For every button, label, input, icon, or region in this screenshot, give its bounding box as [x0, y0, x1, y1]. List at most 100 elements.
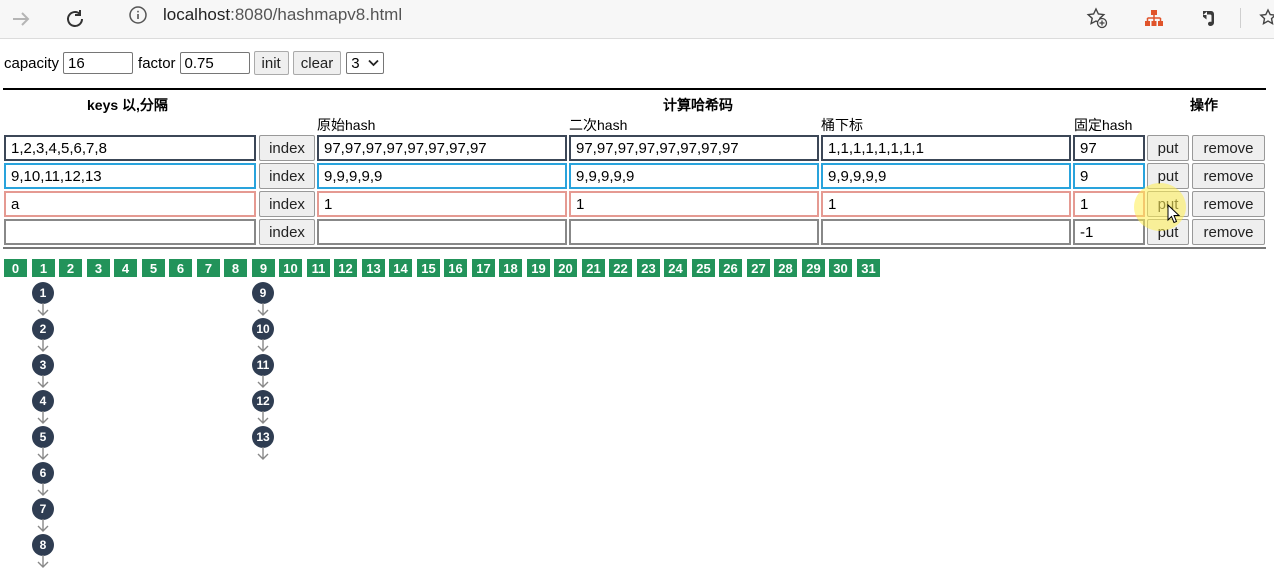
fixed-hash-input[interactable]: 1: [1073, 191, 1145, 217]
bucket-cell: 4: [114, 259, 137, 277]
fixed-hash-input[interactable]: -1: [1073, 219, 1145, 245]
elephant-icon: [1203, 11, 1214, 26]
reload-button[interactable]: [60, 4, 90, 34]
chain-arrow-icon: [37, 519, 49, 532]
remove-button[interactable]: remove: [1192, 219, 1265, 245]
version-select[interactable]: 3: [346, 52, 385, 74]
bucket-cell: 22: [609, 259, 632, 277]
star-add-icon: [1086, 7, 1108, 29]
toolbar-separator: [1240, 8, 1241, 28]
bucket-cell: 24: [664, 259, 687, 277]
bucket-index-field[interactable]: 9,9,9,9,9: [821, 163, 1071, 189]
fixed-hash-input[interactable]: 97: [1073, 135, 1145, 161]
fixed-hash-input[interactable]: 9: [1073, 163, 1145, 189]
bucket-cell: 15: [417, 259, 440, 277]
chain-arrow-icon: [37, 411, 49, 424]
init-button[interactable]: init: [253, 51, 289, 75]
keys-input[interactable]: [4, 219, 256, 245]
browser-toolbar: localhost:8080/hashmapv8.html: [0, 0, 1274, 39]
star-icon: [1259, 8, 1274, 25]
bucket-cell: 28: [774, 259, 797, 277]
raw-hash-field[interactable]: 9,9,9,9,9: [317, 163, 567, 189]
bucket-cell: 2: [59, 259, 82, 277]
chain-arrow-icon: [37, 555, 49, 568]
raw-hash-header: 原始hash: [317, 117, 376, 133]
raw-hash-field[interactable]: 1: [317, 191, 567, 217]
chain-node: 1: [32, 282, 54, 304]
index-button[interactable]: index: [259, 219, 315, 245]
raw-hash-field[interactable]: [317, 219, 567, 245]
keys-header: keys 以,分隔: [87, 97, 168, 113]
second-hash-field[interactable]: 1: [569, 191, 819, 217]
version-select-value: 3: [351, 54, 360, 72]
bucket-cell: 16: [444, 259, 467, 277]
chain-node: 12: [252, 390, 274, 412]
bucket-index-header: 桶下标: [821, 117, 863, 133]
chain-node: 7: [32, 498, 54, 520]
index-button[interactable]: index: [259, 135, 315, 161]
bucket-cell: 14: [389, 259, 412, 277]
bucket-cell: 0: [4, 259, 27, 277]
table-row: a index 1 1 1 1 put remove: [3, 190, 1266, 218]
capacity-label: capacity: [4, 54, 60, 72]
second-hash-field[interactable]: 9,9,9,9,9: [569, 163, 819, 189]
chain-arrow-icon: [257, 447, 269, 460]
put-button[interactable]: put: [1147, 135, 1189, 161]
remove-button[interactable]: remove: [1192, 191, 1265, 217]
mouse-pointer-icon: [1167, 204, 1181, 224]
chain-arrow-icon: [37, 483, 49, 496]
remove-button[interactable]: remove: [1192, 163, 1265, 189]
chain-arrow-icon: [37, 375, 49, 388]
bucket-cell: 20: [554, 259, 577, 277]
keys-input[interactable]: 1,2,3,4,5,6,7,8: [4, 135, 256, 161]
chain-arrow-icon: [37, 339, 49, 352]
chain-node: 9: [252, 282, 274, 304]
url-host: localhost: [163, 5, 231, 24]
info-icon[interactable]: [129, 6, 147, 24]
chain-arrow-icon: [37, 447, 49, 460]
extension-sitemap-button[interactable]: [1142, 6, 1166, 30]
chain-node: 4: [32, 390, 54, 412]
bucket-cell: 19: [527, 259, 550, 277]
url-path: :8080/hashmapv8.html: [230, 5, 403, 24]
chain-arrow-icon: [257, 375, 269, 388]
chain-node: 13: [252, 426, 274, 448]
bucket-cell: 30: [829, 259, 852, 277]
chain-arrow-icon: [257, 303, 269, 316]
extension-evernote-button[interactable]: [1196, 6, 1220, 30]
bucket-index-field[interactable]: 1,1,1,1,1,1,1,1: [821, 135, 1071, 161]
index-button[interactable]: index: [259, 191, 315, 217]
favorite-add-button[interactable]: [1085, 6, 1109, 30]
bucket-cell: 9: [252, 259, 275, 277]
bucket-cell: 31: [857, 259, 880, 277]
put-button[interactable]: put: [1147, 163, 1189, 189]
bucket-cell: 11: [307, 259, 330, 277]
second-hash-field[interactable]: [569, 219, 819, 245]
bucket-index-field[interactable]: [821, 219, 1071, 245]
sitemap-icon: [1145, 10, 1163, 26]
bucket-cell: 26: [719, 259, 742, 277]
bucket-cell: 5: [142, 259, 165, 277]
chevron-down-icon: [368, 59, 379, 67]
chain-arrow-icon: [257, 411, 269, 424]
remove-button[interactable]: remove: [1192, 135, 1265, 161]
bucket-index-field[interactable]: 1: [821, 191, 1071, 217]
bucket-cell: 29: [802, 259, 825, 277]
factor-input[interactable]: [179, 52, 250, 74]
keys-input[interactable]: 9,10,11,12,13: [4, 163, 256, 189]
index-button[interactable]: index: [259, 163, 315, 189]
bucket-cell: 7: [197, 259, 220, 277]
clear-button[interactable]: clear: [292, 51, 342, 75]
address-bar[interactable]: localhost:8080/hashmapv8.html: [115, 0, 1125, 30]
chain-arrow-icon: [37, 303, 49, 316]
capacity-input[interactable]: [63, 52, 134, 74]
favorites-button[interactable]: [1256, 6, 1274, 30]
bucket-cell: 8: [224, 259, 247, 277]
raw-hash-field[interactable]: 97,97,97,97,97,97,97,97: [317, 135, 567, 161]
keys-input[interactable]: a: [4, 191, 256, 217]
second-hash-header: 二次hash: [569, 117, 628, 133]
second-hash-field[interactable]: 97,97,97,97,97,97,97,97: [569, 135, 819, 161]
back-button[interactable]: [6, 4, 36, 34]
table-row: 1,2,3,4,5,6,7,8 index 97,97,97,97,97,97,…: [3, 134, 1266, 162]
chain-node: 6: [32, 462, 54, 484]
